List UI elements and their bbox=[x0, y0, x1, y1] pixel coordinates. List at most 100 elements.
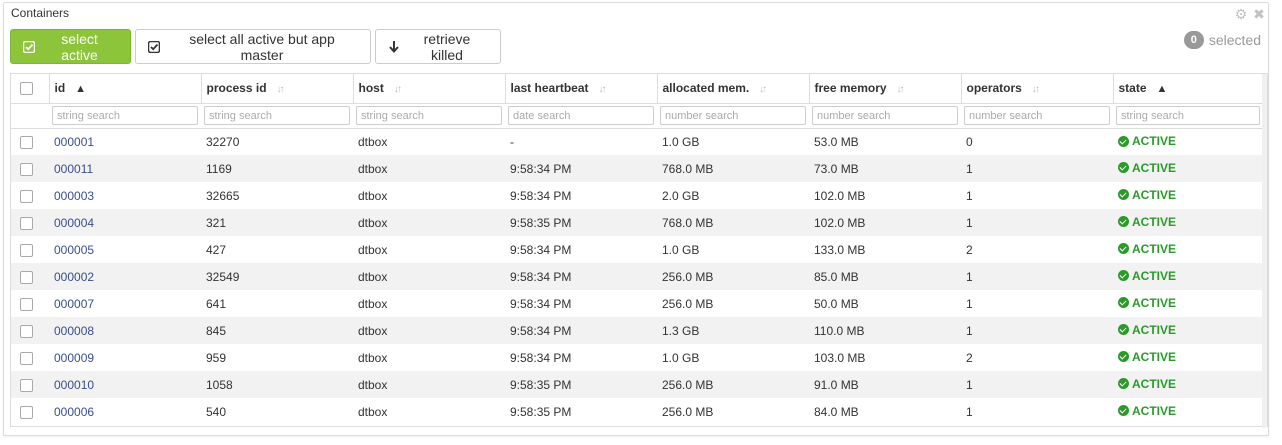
row-checkbox[interactable] bbox=[20, 189, 33, 203]
panel-title: Containers bbox=[11, 6, 70, 20]
select-active-button[interactable]: select active bbox=[10, 29, 131, 64]
filter-free-input[interactable] bbox=[812, 106, 958, 125]
container-id-link[interactable]: 000009 bbox=[54, 351, 94, 365]
cell-host: dtbox bbox=[358, 296, 388, 311]
row-checkbox[interactable] bbox=[20, 135, 33, 149]
container-id-link[interactable]: 000008 bbox=[54, 324, 94, 338]
cell-hb: 9:58:34 PM bbox=[510, 188, 572, 203]
cell-pid: 641 bbox=[206, 296, 227, 311]
cell-state: ACTIVE bbox=[1113, 344, 1263, 371]
column-header-ops[interactable]: operators ↓↑ bbox=[961, 74, 1114, 104]
container-id-link[interactable]: 000004 bbox=[54, 216, 94, 230]
filter-mem-input[interactable] bbox=[660, 106, 806, 125]
cell-id: 000004 bbox=[49, 209, 201, 236]
container-id-link[interactable]: 000005 bbox=[54, 243, 94, 257]
container-id-link[interactable]: 000003 bbox=[54, 189, 94, 203]
sort-icon[interactable]: ↓↑ bbox=[394, 84, 402, 95]
row-checkbox[interactable] bbox=[20, 216, 33, 230]
table-row[interactable]: 000010 1058 dtbox 9:58:35 PM 256.0 MB 91.0 MB… bbox=[11, 371, 1263, 398]
select-all-checkbox[interactable] bbox=[20, 82, 33, 96]
row-checkbox[interactable] bbox=[20, 243, 33, 257]
column-header-pid[interactable]: process id ↓↑ bbox=[201, 74, 354, 104]
table-row[interactable]: 000011 1169 dtbox 9:58:34 PM 768.0 MB 73.0 MB… bbox=[11, 155, 1263, 182]
column-header-mem[interactable]: allocated mem. ↓↑ bbox=[657, 74, 810, 104]
sort-icon[interactable]: ↓↑ bbox=[759, 84, 767, 95]
row-checkbox[interactable] bbox=[20, 297, 33, 311]
retrieve-killed-button[interactable]: retrieve killed bbox=[375, 29, 501, 64]
container-id-link[interactable]: 000001 bbox=[54, 135, 94, 149]
table-row[interactable]: 000005 427 dtbox 9:58:34 PM 1.0 GB 133.0 MB 2 A… bbox=[11, 236, 1263, 263]
column-header-free[interactable]: free memory ↓↑ bbox=[809, 74, 962, 104]
container-id-link[interactable]: 000002 bbox=[54, 270, 94, 284]
column-header-host[interactable]: host ↓↑ bbox=[353, 74, 506, 104]
table-row[interactable]: 000006 540 dtbox 9:58:35 PM 256.0 MB 84.0 MB 1… bbox=[11, 398, 1263, 425]
cell-pid: 32665 bbox=[206, 188, 240, 203]
cell-free: 103.0 MB bbox=[814, 350, 866, 365]
cell-mem: 1.0 GB bbox=[662, 134, 700, 149]
filter-id-input[interactable] bbox=[52, 106, 198, 125]
check-circle-icon bbox=[1118, 351, 1129, 363]
gear-icon[interactable]: ⚙ bbox=[1234, 7, 1248, 21]
arrow-down-icon bbox=[389, 40, 399, 53]
row-checkbox[interactable] bbox=[20, 351, 33, 365]
column-header-label: operators bbox=[966, 81, 1022, 96]
cell-state: ACTIVE bbox=[1113, 398, 1263, 425]
sort-icon[interactable]: ↓↑ bbox=[897, 84, 905, 95]
sort-asc-icon[interactable]: ▲ bbox=[75, 83, 86, 95]
scrollbar[interactable] bbox=[1262, 74, 1267, 428]
column-header-hb[interactable]: last heartbeat ↓↑ bbox=[505, 74, 658, 104]
table-row[interactable]: 000002 32549 dtbox 9:58:34 PM 256.0 MB 85.0 M… bbox=[11, 263, 1263, 290]
row-checkbox[interactable] bbox=[20, 378, 33, 392]
filter-ops-input[interactable] bbox=[964, 106, 1110, 125]
container-id-link[interactable]: 000010 bbox=[54, 378, 94, 392]
sort-icon[interactable]: ↓↑ bbox=[277, 84, 285, 95]
status-label: ACTIVE bbox=[1132, 322, 1177, 337]
sort-icon[interactable]: ↓↑ bbox=[599, 84, 607, 95]
status-badge: ACTIVE bbox=[1118, 215, 1176, 229]
check-circle-icon bbox=[1118, 162, 1129, 174]
status-badge: ACTIVE bbox=[1118, 296, 1176, 310]
column-header-id[interactable]: id ▲ bbox=[49, 74, 202, 104]
table-row[interactable]: 000009 959 dtbox 9:58:34 PM 1.0 GB 103.0 MB 2 A… bbox=[11, 344, 1263, 371]
status-label: ACTIVE bbox=[1132, 295, 1177, 310]
selected-count-label: selected bbox=[1208, 32, 1261, 48]
container-id-link[interactable]: 000007 bbox=[54, 297, 94, 311]
status-label: ACTIVE bbox=[1132, 241, 1177, 256]
cell-mem: 256.0 MB bbox=[662, 296, 714, 311]
table-row[interactable]: 000004 321 dtbox 9:58:35 PM 768.0 MB 102.0 MB… bbox=[11, 209, 1263, 236]
row-checkbox[interactable] bbox=[20, 324, 33, 338]
filter-state-input[interactable] bbox=[1116, 106, 1260, 125]
column-header-state[interactable]: state ▲ bbox=[1113, 74, 1263, 104]
cell-state: ACTIVE bbox=[1113, 263, 1263, 290]
cell-host: dtbox bbox=[353, 209, 505, 236]
row-checkbox[interactable] bbox=[20, 270, 33, 284]
status-label: ACTIVE bbox=[1132, 376, 1177, 391]
row-checkbox[interactable] bbox=[20, 162, 33, 176]
container-id-link[interactable]: 000006 bbox=[54, 405, 94, 419]
cell-free: 84.0 MB bbox=[814, 404, 859, 419]
check-circle-icon bbox=[1118, 324, 1129, 336]
table-row[interactable]: 000003 32665 dtbox 9:58:34 PM 2.0 GB 102.0 MB… bbox=[11, 182, 1263, 209]
sort-asc-icon[interactable]: ▲ bbox=[1157, 83, 1168, 95]
cell-id: 000003 bbox=[49, 182, 201, 209]
row-checkbox[interactable] bbox=[20, 405, 33, 419]
filter-pid-input[interactable] bbox=[204, 106, 350, 125]
cell-mem: 256.0 MB bbox=[662, 404, 714, 419]
cell-id: 000008 bbox=[49, 317, 201, 344]
cell-host: dtbox bbox=[353, 263, 505, 290]
table-row[interactable]: 000001 32270 dtbox - 1.0 GB 53.0 MB 0 ACTIVE bbox=[11, 128, 1263, 155]
sort-icon[interactable]: ↓↑ bbox=[1032, 84, 1040, 95]
filter-host-input[interactable] bbox=[356, 106, 502, 125]
cell-state: ACTIVE bbox=[1113, 182, 1263, 209]
cell-pid: 427 bbox=[206, 242, 227, 257]
container-id-link[interactable]: 000011 bbox=[54, 162, 93, 176]
table-row[interactable]: 000007 641 dtbox 9:58:34 PM 256.0 MB 50.0 MB 1… bbox=[11, 290, 1263, 317]
cell-mem: 2.0 GB bbox=[662, 188, 700, 203]
table-row[interactable]: 000008 845 dtbox 9:58:34 PM 1.3 GB 110.0 MB 1 A… bbox=[11, 317, 1263, 344]
close-icon[interactable]: ✖ bbox=[1252, 7, 1266, 21]
filter-hb-input[interactable] bbox=[508, 106, 654, 125]
select-all-but-master-button[interactable]: select all active but app master bbox=[135, 29, 371, 64]
cell-free: 110.0 MB bbox=[809, 317, 961, 344]
status-label: ACTIVE bbox=[1132, 268, 1177, 283]
status-badge: ACTIVE bbox=[1118, 350, 1176, 364]
